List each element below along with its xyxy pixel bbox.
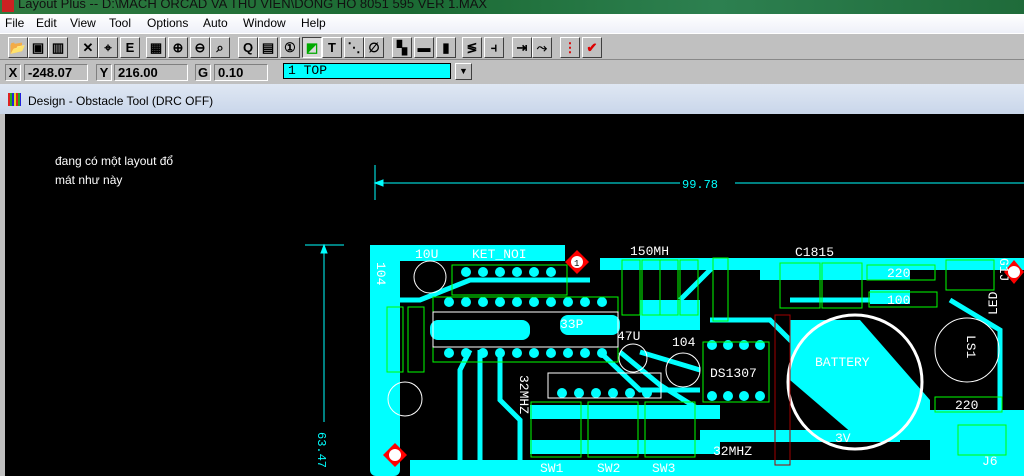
label-47u: 47U <box>617 329 640 344</box>
label-32mhz: 32MHZ <box>713 444 752 459</box>
label-10u: 10U <box>415 247 438 262</box>
dimension-height-label: 63.47 <box>314 432 328 468</box>
dimension-width-label: 99.78 <box>682 178 718 192</box>
label-led: LED <box>986 291 1001 315</box>
label-33p: 33P <box>560 317 584 332</box>
label-ket-noi: KET_NOI <box>472 247 527 262</box>
label-3v: 3V <box>835 431 851 446</box>
label-c1815: C1815 <box>795 245 834 260</box>
label-ds1307: DS1307 <box>710 366 757 381</box>
label-220-b: 220 <box>955 398 978 413</box>
label-j6: J6 <box>982 454 998 469</box>
dimension-height <box>305 243 344 422</box>
pin1-label: 1 <box>574 259 579 269</box>
label-104-a: 104 <box>373 262 388 286</box>
label-sw3: SW3 <box>652 461 675 476</box>
label-104-b: 104 <box>672 335 696 350</box>
label-battery: BATTERY <box>815 355 870 370</box>
label-g1j: G1J <box>996 258 1011 281</box>
pcb-drawing[interactable]: 99.78 63.47 1 10U KET_NOI 150MH C1815 10… <box>0 0 1024 476</box>
label-sw2: SW2 <box>597 461 620 476</box>
label-100: 100 <box>887 293 910 308</box>
label-32mhz-vertical: 32MHZ <box>516 375 531 414</box>
label-150mh: 150MH <box>630 244 669 259</box>
label-sw1: SW1 <box>540 461 564 476</box>
label-ls1: LS1 <box>963 335 978 359</box>
label-220-a: 220 <box>887 266 910 281</box>
